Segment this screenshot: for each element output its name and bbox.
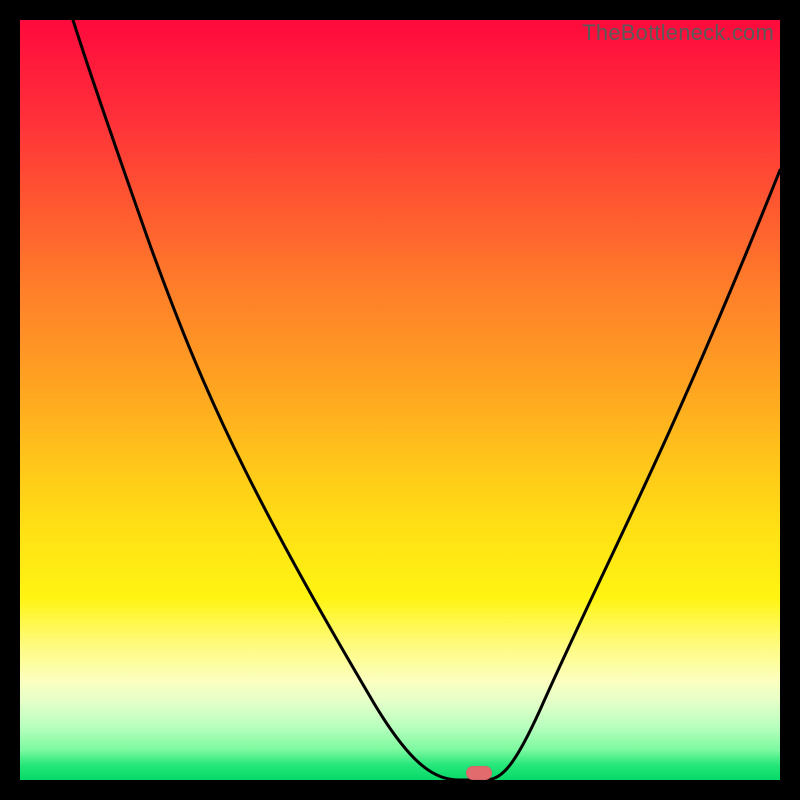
bottleneck-curve [20, 20, 780, 780]
curve-path [73, 20, 780, 780]
chart-frame: TheBottleneck.com [0, 0, 800, 800]
plot-area: TheBottleneck.com [20, 20, 780, 780]
optimal-marker [466, 766, 492, 780]
